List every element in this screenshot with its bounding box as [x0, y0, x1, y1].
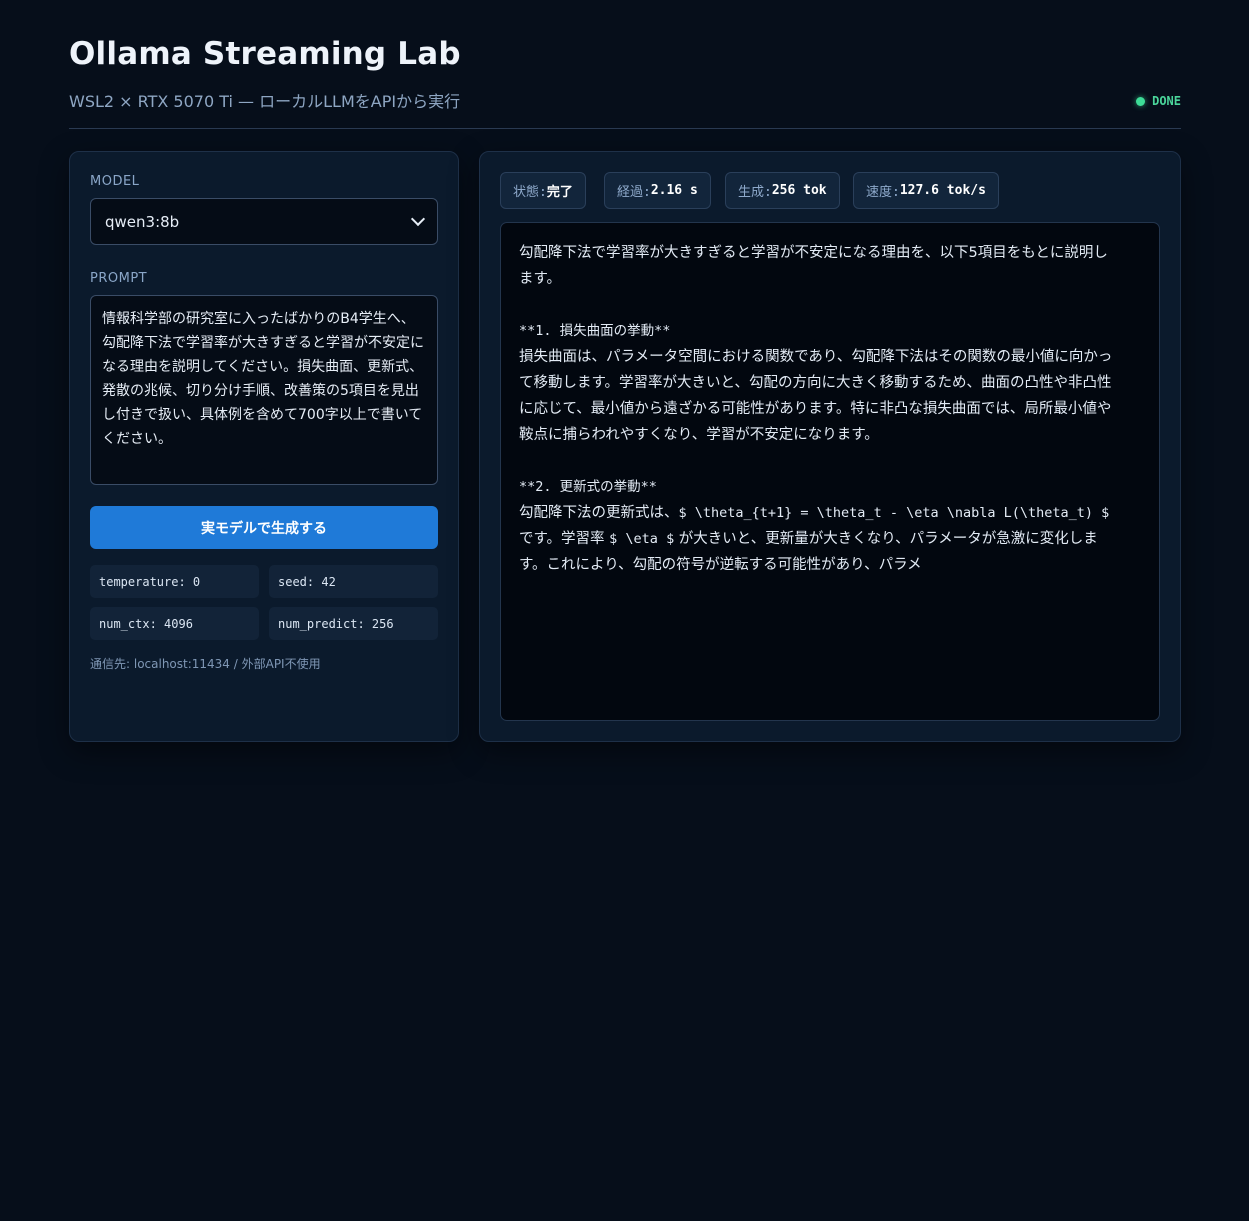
page-title: Ollama Streaming Lab — [69, 36, 461, 72]
output-line: 勾配降下法の更新式は、$ \theta_{t+1} = \theta_t - \… — [519, 500, 1141, 526]
prompt-line: 発散の兆候、切り分け手順、改善策の5項目を見出 — [102, 383, 419, 399]
app-root: Ollama Streaming Lab WSL2 × RTX 5070 Ti … — [0, 0, 1249, 1221]
output-panel: 状態: 完了 経過: 2.16 s 生成: 256 tok 速度: 127.6 … — [479, 151, 1181, 742]
prompt-line: 情報科学部の研究室に入ったばかりのB4学生へ、 — [102, 311, 415, 327]
output-blank-line — [519, 448, 1141, 474]
stat-elapsed-key: 経過: — [617, 185, 651, 200]
output-text-segment: 勾配降下法の更新式は、 — [519, 505, 679, 521]
page-subtitle: WSL2 × RTX 5070 Ti — ローカルLLMをAPIから実行 — [69, 92, 461, 111]
model-select[interactable]: qwen3:8b — [90, 198, 438, 245]
output-line: ます。 — [519, 271, 562, 287]
status-indicator: DONE — [1136, 94, 1181, 108]
output-line: す。これにより、勾配の符号が逆転する可能性があり、パラメ — [519, 557, 922, 573]
output-line: です。学習率 $ \eta $ が大きいと、更新量が大きくなり、パラメータが急激… — [519, 526, 1141, 552]
prompt-label: PROMPT — [90, 271, 148, 286]
chevron-down-icon — [410, 211, 426, 227]
output-heading: **2. 更新式の挙動** — [519, 479, 657, 495]
stat-state-value: 完了 — [546, 185, 573, 200]
status-dot-icon — [1136, 96, 1146, 106]
prompt-textarea[interactable]: 情報科学部の研究室に入ったばかりのB4学生へ、 勾配降下法で学習率が大きすぎると… — [90, 295, 438, 485]
output-line: 損失曲面は、パラメータ空間における関数であり、勾配降下法はその関数の最小値に向か… — [519, 349, 1113, 365]
prompt-line: し付きで扱い、具体例を含めて700字以上で書いて — [102, 407, 423, 423]
output-formula: $ \theta_{t+1} = \theta_t - \eta \nabla … — [678, 505, 1110, 521]
output-heading: **1. 損失曲面の挙動** — [519, 323, 671, 339]
page-header: Ollama Streaming Lab WSL2 × RTX 5070 Ti … — [69, 30, 1181, 129]
output-line: 鞍点に捕らわれやすくなり、学習が不安定になります。 — [519, 427, 879, 443]
model-label: MODEL — [90, 174, 140, 189]
output-line: に応じて、最小値から遠ざかる可能性があります。特に非凸な損失曲面では、局所最小値… — [519, 401, 1112, 417]
stat-generated-key: 生成: — [738, 185, 772, 200]
status-text: DONE — [1152, 94, 1181, 108]
stat-speed: 速度: 127.6 tok/s — [853, 172, 999, 209]
prompt-line: 勾配降下法で学習率が大きすぎると学習が不安定に — [102, 335, 424, 351]
output-line: て移動します。学習率が大きいと、勾配の方向に大きく移動するため、曲面の凸性や非凸… — [519, 375, 1112, 391]
output-blank-line — [519, 292, 1141, 318]
output-text-segment: が大きいと、更新量が大きくなり、パラメータが急激に変化しま — [674, 531, 1098, 547]
control-panel: MODEL qwen3:8b PROMPT 情報科学部の研究室に入ったばかりのB… — [69, 151, 459, 742]
stat-speed-value: 127.6 tok/s — [899, 183, 986, 198]
prompt-line: なる理由を説明してください。損失曲面、更新式、 — [102, 359, 424, 375]
stat-generated-value: 256 tok — [771, 183, 827, 198]
param-num-predict: num_predict: 256 — [269, 607, 438, 640]
param-temperature: temperature: 0 — [90, 565, 259, 598]
prompt-line: ください。 — [102, 431, 172, 447]
stat-generated: 生成: 256 tok — [725, 172, 840, 209]
generate-button[interactable]: 実モデルで生成する — [90, 506, 438, 549]
param-num-ctx: num_ctx: 4096 — [90, 607, 259, 640]
stat-elapsed-value: 2.16 s — [650, 183, 698, 198]
model-select-value: qwen3:8b — [105, 212, 180, 231]
output-line: 勾配降下法で学習率が大きすぎると学習が不安定になる理由を、以下5項目をもとに説明… — [519, 245, 1108, 261]
param-seed: seed: 42 — [269, 565, 438, 598]
output-text-segment: です。学習率 — [519, 531, 610, 547]
stat-state: 状態: 完了 — [500, 172, 586, 209]
stat-elapsed: 経過: 2.16 s — [604, 172, 711, 209]
stat-speed-key: 速度: — [866, 185, 900, 200]
output-text-area[interactable]: 勾配降下法で学習率が大きすぎると学習が不安定になる理由を、以下5項目をもとに説明… — [500, 222, 1160, 721]
endpoint-note: 通信先: localhost:11434 / 外部API不使用 — [90, 657, 321, 671]
output-formula: $ \eta $ — [609, 531, 675, 547]
stat-state-key: 状態: — [513, 185, 547, 200]
